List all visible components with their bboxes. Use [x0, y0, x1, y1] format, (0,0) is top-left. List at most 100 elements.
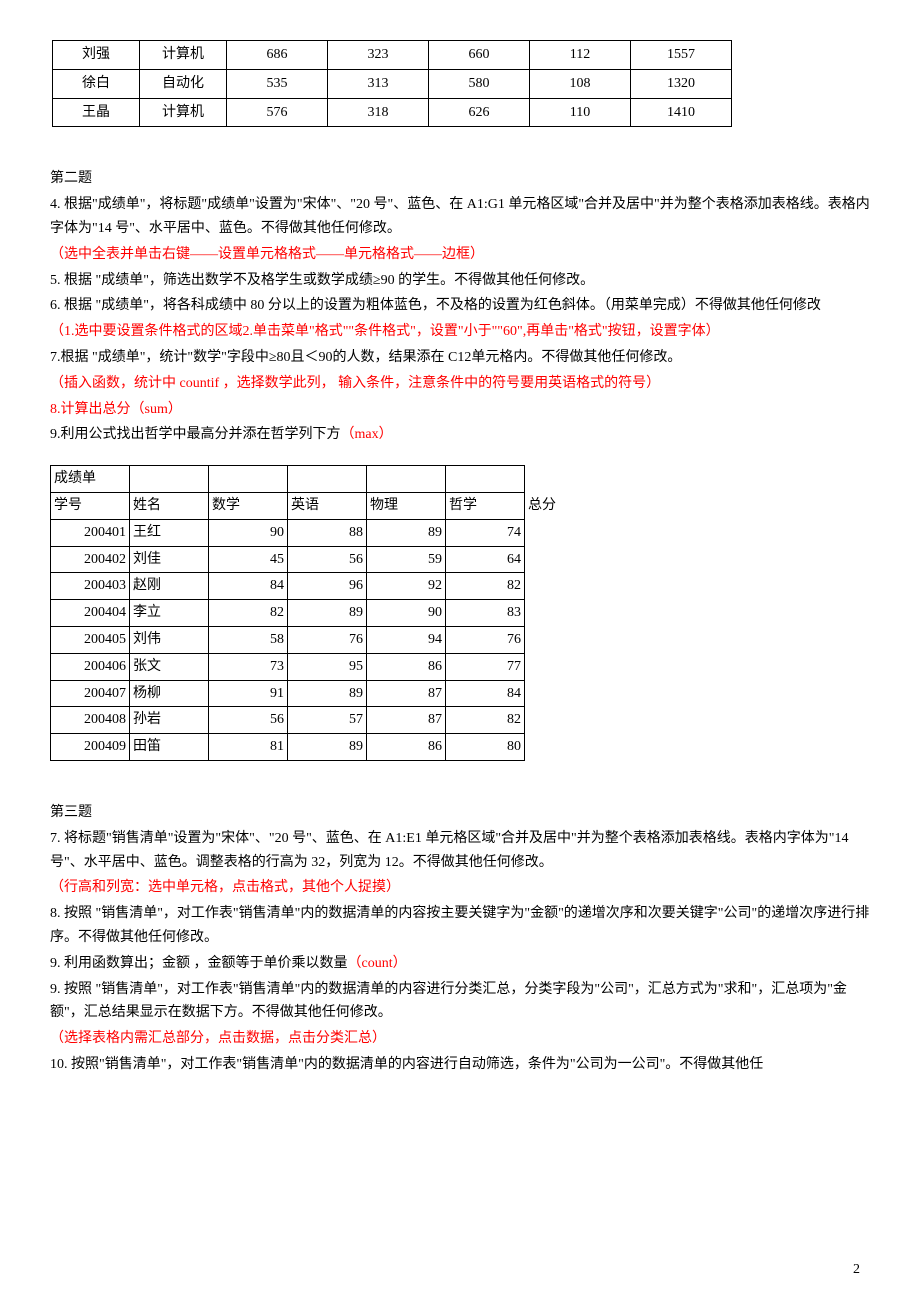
table-cell: 200401	[51, 519, 130, 546]
table2-total-header: 总分	[525, 492, 582, 519]
section3-heading: 第三题	[50, 801, 870, 825]
table-cell: 200409	[51, 734, 130, 761]
table-cell: 660	[429, 41, 530, 70]
s3-q10-text: 10. 按照"销售清单"，对工作表"销售清单"内的数据清单的内容进行自动筛选，条…	[50, 1053, 870, 1077]
table-cell: 200405	[51, 626, 130, 653]
table-cell: 90	[209, 519, 288, 546]
table-cell: 323	[328, 41, 429, 70]
table-cell: 313	[328, 69, 429, 98]
table-cell: 87	[367, 707, 446, 734]
table-row: 200409田笛81898680	[51, 734, 582, 761]
s3-q7-note: （行高和列宽：选中单元格，点击格式，其他个人捉摸）	[50, 876, 870, 900]
table-cell: 赵刚	[130, 573, 209, 600]
table2-header-cell: 英语	[288, 492, 367, 519]
table-cell: 580	[429, 69, 530, 98]
table-row: 刘强计算机6863236601121557	[53, 41, 732, 70]
q4-text: 4. 根据"成绩单"，将标题"成绩单"设置为"宋体"、"20 号"、蓝色、在 A…	[50, 193, 870, 241]
table-cell: 82	[209, 600, 288, 627]
table2-header-cell: 哲学	[446, 492, 525, 519]
table-cell: 56	[288, 546, 367, 573]
table-cell: 64	[446, 546, 525, 573]
table-cell: 刘伟	[130, 626, 209, 653]
page-number: 2	[853, 1258, 860, 1282]
table2-header-cell: 物理	[367, 492, 446, 519]
table-cell: 89	[288, 680, 367, 707]
table-cell: 92	[367, 573, 446, 600]
table-cell: 90	[367, 600, 446, 627]
table-row: 200403赵刚84969282	[51, 573, 582, 600]
data-table-top: 刘强计算机6863236601121557徐白自动化53531358010813…	[52, 40, 732, 127]
q9-note: （max）	[341, 427, 393, 442]
table-cell: 计算机	[140, 41, 227, 70]
q7-text: 7.根据 "成绩单"，统计"数学"字段中≥80且＜90的人数，结果添在 C12单…	[50, 346, 870, 370]
table-cell: 刘佳	[130, 546, 209, 573]
table-cell: 82	[446, 707, 525, 734]
table-row: 200402刘佳45565964	[51, 546, 582, 573]
table-cell: 76	[446, 626, 525, 653]
table-cell: 81	[209, 734, 288, 761]
s3-q9b-text: 9. 按照 "销售清单"，对工作表"销售清单"内的数据清单的内容进行分类汇总，分…	[50, 978, 870, 1026]
table-cell: 91	[209, 680, 288, 707]
table2-title-cell: 成绩单	[51, 466, 130, 493]
table-cell: 57	[288, 707, 367, 734]
table-cell: 535	[227, 69, 328, 98]
table-cell: 86	[367, 734, 446, 761]
table-cell: 82	[446, 573, 525, 600]
table-cell: 45	[209, 546, 288, 573]
table-cell: 108	[530, 69, 631, 98]
s3-q9a-line: 9. 利用函数算出；金额 ，金额等于单价乘以数量（count）	[50, 952, 870, 976]
table2-title-row: 成绩单	[51, 466, 582, 493]
table-cell: 83	[446, 600, 525, 627]
table-cell: 王晶	[53, 98, 140, 127]
s3-q8-text: 8. 按照 "销售清单"，对工作表"销售清单"内的数据清单的内容按主要关键字为"…	[50, 902, 870, 950]
table-cell: 58	[209, 626, 288, 653]
table-cell: 89	[367, 519, 446, 546]
table-row: 200404李立82899083	[51, 600, 582, 627]
table-cell: 576	[227, 98, 328, 127]
table-cell: 74	[446, 519, 525, 546]
q8-text: 8.计算出总分（sum）	[50, 398, 870, 422]
table-cell: 59	[367, 546, 446, 573]
q7-note: （插入函数，统计中 countif ，选择数学此列， 输入条件，注意条件中的符号…	[50, 372, 870, 396]
table-cell: 77	[446, 653, 525, 680]
table-cell: 孙岩	[130, 707, 209, 734]
table-cell: 89	[288, 600, 367, 627]
table-row: 徐白自动化5353135801081320	[53, 69, 732, 98]
grade-sheet-table: 成绩单 学号姓名数学英语物理哲学总分 200401王红9088897420040…	[50, 465, 582, 761]
table-cell: 李立	[130, 600, 209, 627]
table-cell: 1557	[631, 41, 732, 70]
q4-note: （选中全表并单击右键——设置单元格格式——单元格格式——边框）	[50, 243, 870, 267]
table-cell: 王红	[130, 519, 209, 546]
table-row: 200401王红90888974	[51, 519, 582, 546]
table-cell: 686	[227, 41, 328, 70]
s3-q9a-text: 9. 利用函数算出；金额 ，金额等于单价乘以数量	[50, 956, 348, 971]
table-cell: 96	[288, 573, 367, 600]
table-cell: 76	[288, 626, 367, 653]
section2-heading: 第二题	[50, 167, 870, 191]
table-cell: 87	[367, 680, 446, 707]
table-cell: 自动化	[140, 69, 227, 98]
table-row: 200408孙岩56578782	[51, 707, 582, 734]
table-row: 200405刘伟58769476	[51, 626, 582, 653]
table-cell: 626	[429, 98, 530, 127]
table-cell: 田笛	[130, 734, 209, 761]
table-cell: 张文	[130, 653, 209, 680]
table-cell: 318	[328, 98, 429, 127]
q9-text: 9.利用公式找出哲学中最高分并添在哲学列下方	[50, 427, 341, 442]
table2-header-cell: 姓名	[130, 492, 209, 519]
table-cell: 200406	[51, 653, 130, 680]
table-row: 200407杨柳91898784	[51, 680, 582, 707]
table2-header-cell: 数学	[209, 492, 288, 519]
table-cell: 86	[367, 653, 446, 680]
table-cell: 88	[288, 519, 367, 546]
table-cell: 计算机	[140, 98, 227, 127]
table-cell: 80	[446, 734, 525, 761]
table-cell: 杨柳	[130, 680, 209, 707]
s3-q9b-note: （选择表格内需汇总部分，点击数据，点击分类汇总）	[50, 1027, 870, 1051]
table-cell: 200402	[51, 546, 130, 573]
s3-q9a-note: （count）	[348, 956, 407, 971]
table-cell: 刘强	[53, 41, 140, 70]
table-cell: 112	[530, 41, 631, 70]
table-cell: 95	[288, 653, 367, 680]
table-cell: 200408	[51, 707, 130, 734]
